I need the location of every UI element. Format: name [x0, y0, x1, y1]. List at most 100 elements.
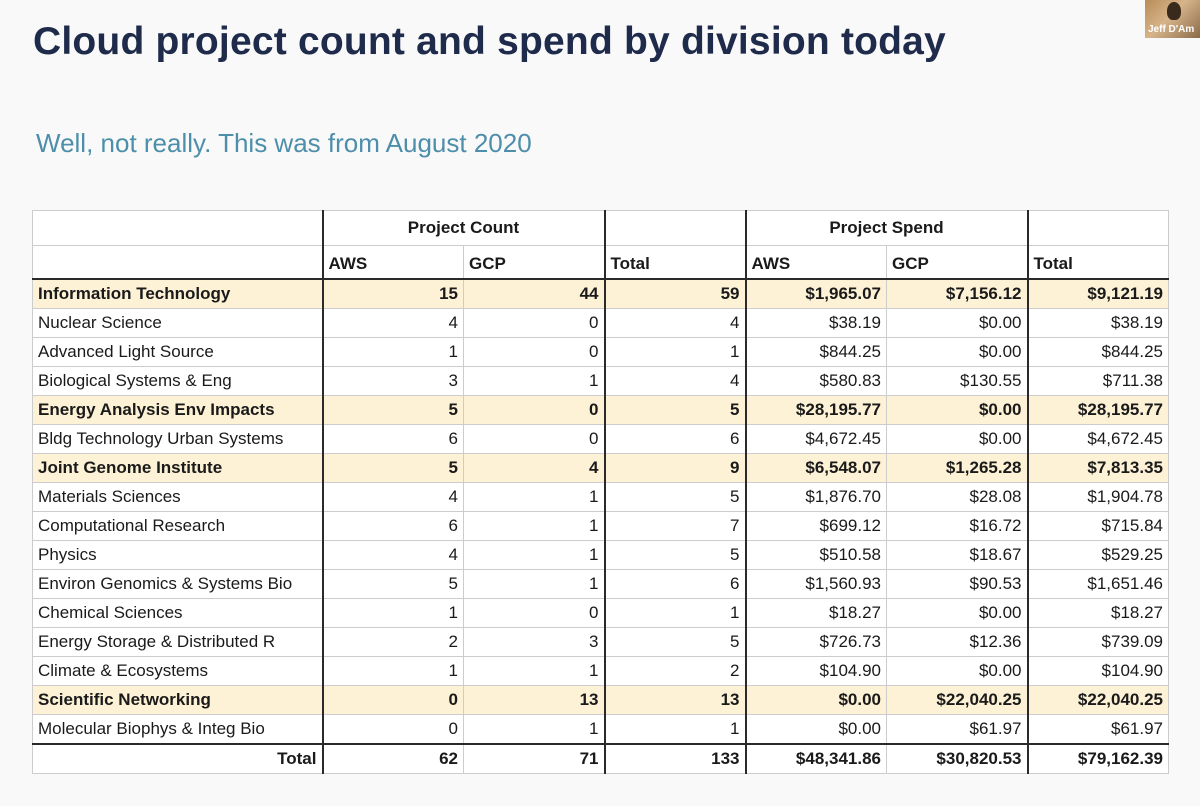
- total-aws-spend-cell: $48,341.86: [744, 743, 887, 774]
- total-count-cell: 7: [603, 511, 746, 541]
- gcp-spend-cell: $28.08: [886, 482, 1028, 512]
- aws-count-cell: 1: [321, 656, 464, 686]
- total-label-cell: Total: [32, 743, 323, 774]
- gcp-count-cell: 0: [463, 337, 605, 367]
- aws-spend-cell: $18.27: [744, 598, 887, 628]
- aws-count-cell: 5: [321, 569, 464, 599]
- aws-spend-cell: $844.25: [744, 337, 887, 367]
- spend-total-spacer: [1026, 210, 1169, 246]
- gcp-spend-cell: $130.55: [886, 366, 1028, 396]
- table-row: Physics 4 1 5 $510.58 $18.67 $529.25: [32, 540, 1169, 570]
- table-row: Joint Genome Institute 5 4 9 $6,548.07 $1,265…: [32, 453, 1169, 483]
- table-row: Biological Systems & Eng 3 1 4 $580.83 $130.5…: [32, 366, 1169, 396]
- gcp-count-cell: 1: [463, 511, 605, 541]
- division-cell: Computational Research: [32, 511, 323, 541]
- gcp-count-cell: 1: [463, 366, 605, 396]
- total-spend-cell: $1,904.78: [1026, 482, 1169, 512]
- group-header-row: Project Count Project Spend: [32, 210, 1169, 246]
- count-total-spacer: [603, 210, 746, 246]
- spend-total-header: Total: [1026, 245, 1169, 280]
- count-aws-header: AWS: [321, 245, 464, 280]
- webcam-thumbnail[interactable]: Jeff D'Am: [1145, 0, 1200, 38]
- aws-spend-cell: $1,876.70: [744, 482, 887, 512]
- aws-spend-cell: $0.00: [744, 714, 887, 745]
- participant-avatar: [1167, 2, 1181, 20]
- gcp-count-cell: 4: [463, 453, 605, 483]
- total-spend-cell: $38.19: [1026, 308, 1169, 338]
- total-count-cell: 13: [603, 685, 746, 715]
- division-cell: Information Technology: [32, 278, 323, 309]
- division-cell: Energy Storage & Distributed R: [32, 627, 323, 657]
- aws-spend-cell: $1,965.07: [744, 278, 887, 309]
- table-row: Nuclear Science 4 0 4 $38.19 $0.00 $38.19: [32, 308, 1169, 338]
- gcp-count-cell: 1: [463, 569, 605, 599]
- division-cell: Physics: [32, 540, 323, 570]
- project-spend-header: Project Spend: [744, 210, 1028, 246]
- gcp-count-cell: 1: [463, 482, 605, 512]
- aws-spend-cell: $726.73: [744, 627, 887, 657]
- table-row: Scientific Networking 0 13 13 $0.00 $22,040.2…: [32, 685, 1169, 715]
- division-cell: Nuclear Science: [32, 308, 323, 338]
- table-row: Bldg Technology Urban Systems 6 0 6 $4,672.4…: [32, 424, 1169, 454]
- sub-header-row: AWS GCP Total AWS GCP Total: [32, 245, 1169, 280]
- total-count-cell: 1: [603, 714, 746, 745]
- aws-spend-cell: $0.00: [744, 685, 887, 715]
- total-spend-cell: $104.90: [1026, 656, 1169, 686]
- gcp-spend-cell: $0.00: [886, 424, 1028, 454]
- division-cell: Environ Genomics & Systems Bio: [32, 569, 323, 599]
- division-cell: Climate & Ecosystems: [32, 656, 323, 686]
- table-row: Energy Analysis Env Impacts 5 0 5 $28,195.77…: [32, 395, 1169, 425]
- gcp-count-cell: 0: [463, 598, 605, 628]
- division-cell: Advanced Light Source: [32, 337, 323, 367]
- total-gcp-spend-cell: $30,820.53: [886, 743, 1028, 774]
- aws-spend-cell: $28,195.77: [744, 395, 887, 425]
- aws-count-cell: 3: [321, 366, 464, 396]
- gcp-spend-cell: $16.72: [886, 511, 1028, 541]
- gcp-spend-cell: $90.53: [886, 569, 1028, 599]
- total-count-cell: 5: [603, 627, 746, 657]
- aws-count-cell: 1: [321, 598, 464, 628]
- aws-count-cell: 4: [321, 308, 464, 338]
- total-aws-count-cell: 62: [321, 743, 464, 774]
- aws-count-cell: 4: [321, 540, 464, 570]
- gcp-spend-cell: $0.00: [886, 395, 1028, 425]
- division-cell: Joint Genome Institute: [32, 453, 323, 483]
- table-row: Chemical Sciences 1 0 1 $18.27 $0.00 $18.27: [32, 598, 1169, 628]
- gcp-spend-cell: $0.00: [886, 598, 1028, 628]
- gcp-count-cell: 1: [463, 714, 605, 745]
- gcp-spend-cell: $18.67: [886, 540, 1028, 570]
- aws-count-cell: 1: [321, 337, 464, 367]
- gcp-spend-cell: $12.36: [886, 627, 1028, 657]
- total-spend-cell: $1,651.46: [1026, 569, 1169, 599]
- corner-cell: [32, 210, 323, 246]
- aws-spend-cell: $510.58: [744, 540, 887, 570]
- total-count-cell: 6: [603, 424, 746, 454]
- aws-count-cell: 6: [321, 424, 464, 454]
- gcp-spend-cell: $0.00: [886, 656, 1028, 686]
- total-count-cell: 59: [603, 278, 746, 309]
- aws-spend-cell: $104.90: [744, 656, 887, 686]
- gcp-count-cell: 3: [463, 627, 605, 657]
- total-spend-cell: $18.27: [1026, 598, 1169, 628]
- total-row: Total 62 71 133 $48,341.86 $30,820.53 $79,162.…: [32, 743, 1169, 774]
- aws-count-cell: 15: [321, 278, 464, 309]
- aws-spend-cell: $699.12: [744, 511, 887, 541]
- count-total-header: Total: [603, 245, 746, 280]
- division-cell: Molecular Biophys & Integ Bio: [32, 714, 323, 745]
- total-spend-cell: $711.38: [1026, 366, 1169, 396]
- project-count-header: Project Count: [321, 210, 605, 246]
- table-row: Environ Genomics & Systems Bio 5 1 6 $1,560.…: [32, 569, 1169, 599]
- total-spend-cell: $28,195.77: [1026, 395, 1169, 425]
- gcp-spend-cell: $0.00: [886, 337, 1028, 367]
- aws-count-cell: 6: [321, 511, 464, 541]
- gcp-count-cell: 1: [463, 540, 605, 570]
- total-gcp-count-cell: 71: [463, 743, 605, 774]
- division-cell: Materials Sciences: [32, 482, 323, 512]
- gcp-count-cell: 13: [463, 685, 605, 715]
- aws-count-cell: 5: [321, 453, 464, 483]
- total-spend-cell: $529.25: [1026, 540, 1169, 570]
- total-count-cell: 2: [603, 656, 746, 686]
- gcp-spend-cell: $61.97: [886, 714, 1028, 745]
- total-count-cell: 4: [603, 366, 746, 396]
- gcp-spend-cell: $7,156.12: [886, 278, 1028, 309]
